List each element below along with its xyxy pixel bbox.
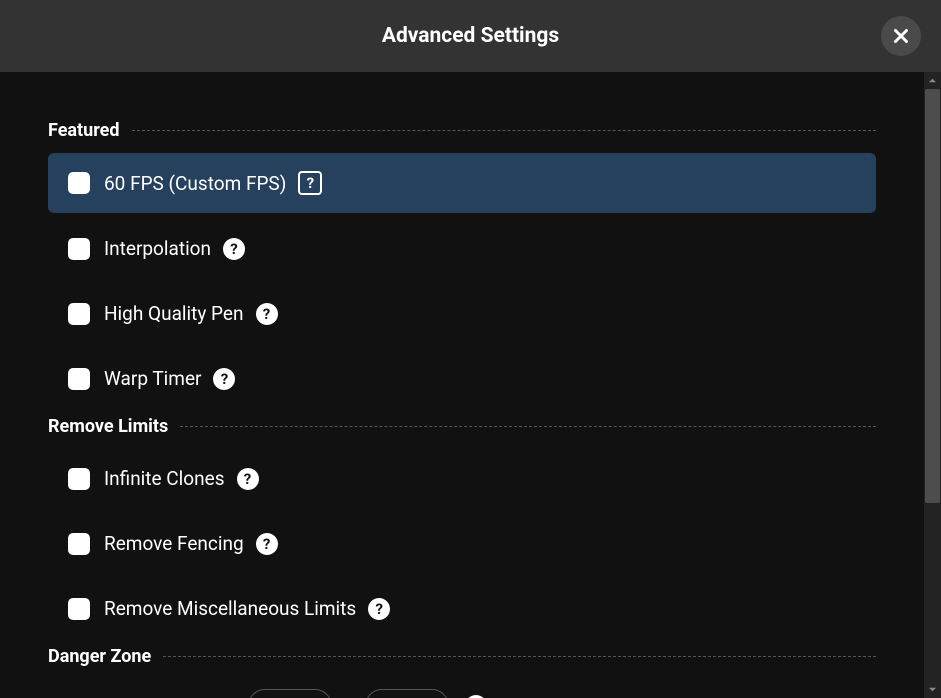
checkbox-remove-misc-limits[interactable] — [68, 598, 90, 620]
option-high-quality-pen[interactable]: High Quality Pen ? — [48, 284, 876, 343]
close-icon — [893, 28, 909, 44]
checkbox-high-quality-pen[interactable] — [68, 303, 90, 325]
label-infinite-clones: Infinite Clones — [104, 467, 225, 490]
modal-header: Advanced Settings — [0, 0, 941, 72]
modal-title: Advanced Settings — [382, 24, 559, 48]
stage-width-input[interactable] — [248, 689, 332, 698]
option-warp-timer[interactable]: Warp Timer ? — [48, 349, 876, 408]
help-icon-interpolation[interactable]: ? — [223, 238, 245, 260]
option-remove-fencing[interactable]: Remove Fencing ? — [48, 514, 876, 573]
option-interpolation[interactable]: Interpolation ? — [48, 219, 876, 278]
section-divider — [180, 426, 876, 427]
scroll-up-button[interactable] — [924, 72, 941, 89]
option-infinite-clones[interactable]: Infinite Clones ? — [48, 449, 876, 508]
label-60fps: 60 FPS (Custom FPS) — [104, 172, 286, 195]
custom-stage-size-row: Custom Stage Size: × ? — [48, 679, 876, 698]
section-title-danger-zone: Danger Zone — [48, 646, 151, 667]
checkbox-60fps[interactable] — [68, 172, 90, 194]
scroll-track[interactable] — [924, 89, 941, 681]
chevron-down-icon — [928, 685, 937, 694]
help-icon-remove-misc-limits[interactable]: ? — [368, 598, 390, 620]
help-icon-remove-fencing[interactable]: ? — [256, 533, 278, 555]
label-interpolation: Interpolation — [104, 237, 211, 260]
content-wrapper: Featured 60 FPS (Custom FPS) ? Interpola… — [0, 72, 941, 698]
checkbox-remove-fencing[interactable] — [68, 533, 90, 555]
section-header-featured: Featured — [48, 120, 876, 141]
section-header-remove-limits: Remove Limits — [48, 416, 876, 437]
advanced-settings-modal: Advanced Settings Featured 60 FPS (Custo… — [0, 0, 941, 698]
label-high-quality-pen: High Quality Pen — [104, 302, 244, 325]
scroll-thumb[interactable] — [925, 89, 940, 503]
scrollbar[interactable] — [924, 72, 941, 698]
label-remove-misc-limits: Remove Miscellaneous Limits — [104, 597, 356, 620]
scroll-down-button[interactable] — [924, 681, 941, 698]
help-icon-high-quality-pen[interactable]: ? — [256, 303, 278, 325]
settings-content: Featured 60 FPS (Custom FPS) ? Interpola… — [0, 72, 924, 698]
section-title-featured: Featured — [48, 120, 120, 141]
section-header-danger-zone: Danger Zone — [48, 646, 876, 667]
checkbox-warp-timer[interactable] — [68, 368, 90, 390]
option-60fps[interactable]: 60 FPS (Custom FPS) ? — [48, 153, 876, 213]
label-warp-timer: Warp Timer — [104, 367, 201, 390]
label-remove-fencing: Remove Fencing — [104, 532, 244, 555]
section-divider — [163, 656, 876, 657]
close-button[interactable] — [881, 16, 921, 56]
help-icon-60fps[interactable]: ? — [298, 171, 322, 195]
help-icon-warp-timer[interactable]: ? — [213, 368, 235, 390]
option-remove-misc-limits[interactable]: Remove Miscellaneous Limits ? — [48, 579, 876, 638]
help-icon-infinite-clones[interactable]: ? — [237, 468, 259, 490]
checkbox-infinite-clones[interactable] — [68, 468, 90, 490]
checkbox-interpolation[interactable] — [68, 238, 90, 260]
section-divider — [132, 130, 877, 131]
chevron-up-icon — [928, 76, 937, 85]
stage-height-input[interactable] — [365, 689, 449, 698]
section-title-remove-limits: Remove Limits — [48, 416, 168, 437]
custom-stage-size-label: Custom Stage Size: — [68, 695, 232, 698]
